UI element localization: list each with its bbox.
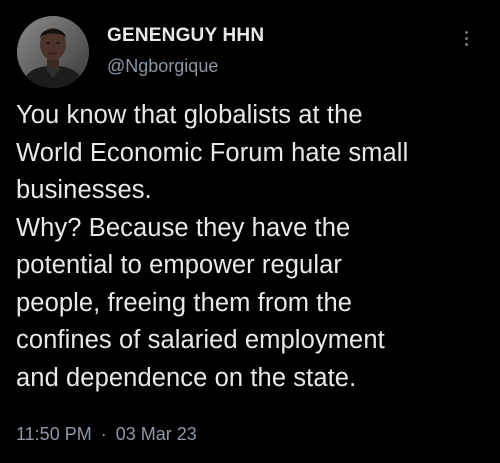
more-dot: [464, 42, 468, 46]
tweet-time[interactable]: 11:50 PM: [16, 424, 92, 444]
more-dot: [464, 36, 468, 40]
profile-photo-icon: [17, 16, 89, 88]
tweet-date[interactable]: 03 Mar 23: [116, 424, 197, 444]
author-display-name[interactable]: GENENGUY HHN: [107, 25, 264, 47]
tweet-timestamp: 11:50 PM · 03 Mar 23: [16, 424, 197, 445]
avatar[interactable]: [17, 16, 89, 88]
meta-separator: ·: [100, 424, 107, 444]
more-options-icon[interactable]: [454, 24, 478, 52]
author-handle[interactable]: @Ngborgique: [107, 56, 218, 77]
tweet-card: GENENGUY HHN @Ngborgique You know that g…: [0, 0, 500, 463]
tweet-text: You know that globalists at the World Ec…: [16, 101, 409, 392]
more-dot: [464, 30, 468, 34]
